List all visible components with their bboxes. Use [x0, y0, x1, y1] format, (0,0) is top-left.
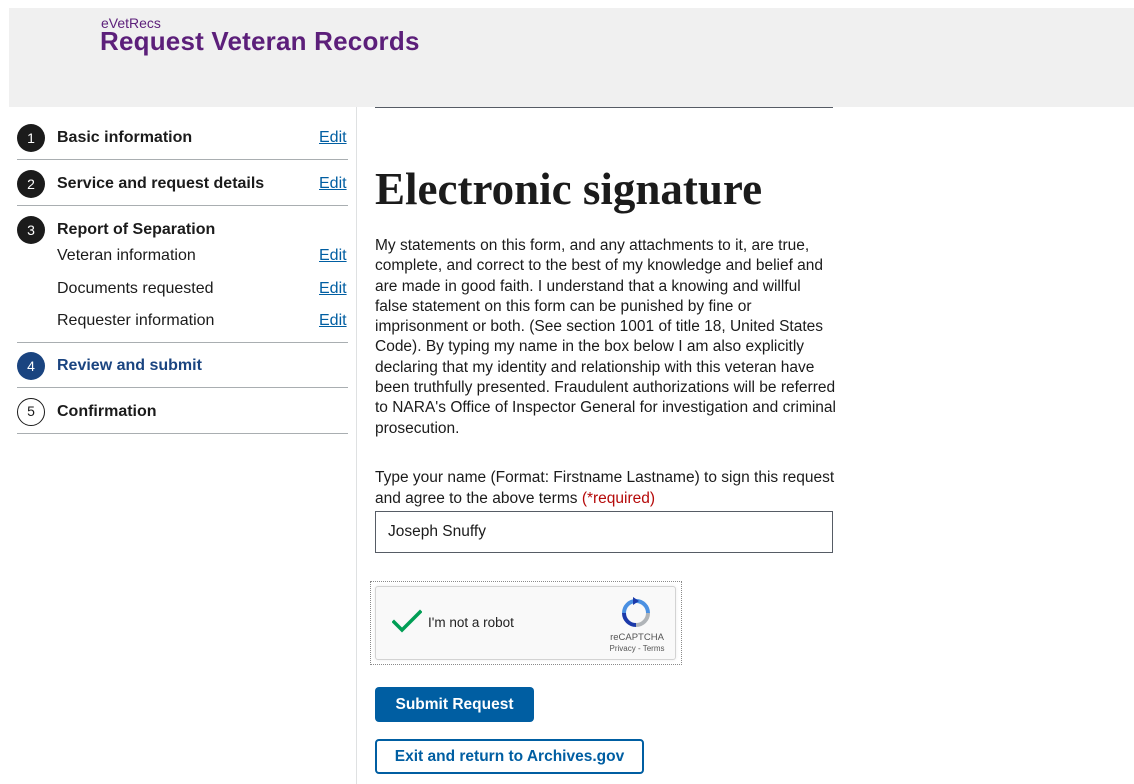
edit-service-request-details-link[interactable]: Edit — [319, 175, 347, 193]
edit-basic-information-link[interactable]: Edit — [319, 129, 347, 147]
app-title: Request Veteran Records — [100, 26, 420, 56]
step-number-badge: 3 — [17, 216, 45, 244]
recaptcha-logo-icon — [622, 597, 650, 627]
edit-requester-information-link[interactable]: Edit — [319, 312, 347, 330]
step-divider — [17, 205, 348, 206]
step-label: Basic information — [57, 129, 193, 146]
signature-name-label: Type your name (Format: Firstname Lastna… — [375, 468, 835, 509]
step-label: Report of Separation — [57, 221, 216, 238]
sidebar-divider — [356, 107, 357, 784]
site-header — [9, 8, 1134, 107]
step-label: Confirmation — [57, 403, 157, 420]
substep-veteran-information: Veteran information — [57, 247, 196, 264]
step-divider — [17, 159, 348, 160]
signature-statement: My statements on this form, and any atta… — [375, 237, 836, 437]
edit-veteran-information-link[interactable]: Edit — [319, 247, 347, 265]
recaptcha-privacy-terms[interactable]: Privacy - Terms — [602, 644, 672, 653]
checkmark-icon[interactable] — [392, 609, 422, 633]
page-title: Electronic signature — [375, 164, 763, 214]
edit-documents-requested-link[interactable]: Edit — [319, 280, 347, 298]
submit-request-button[interactable]: Submit Request — [375, 687, 534, 722]
step-label-current: Review and submit — [57, 357, 202, 374]
step-number-badge: 4 — [17, 352, 45, 380]
exit-to-archives-button[interactable]: Exit and return to Archives.gov — [375, 739, 644, 774]
step-divider — [17, 387, 348, 388]
step-number-badge: 5 — [17, 398, 45, 426]
substep-requester-information: Requester information — [57, 312, 215, 329]
content-top-rule — [375, 107, 833, 108]
step-number-badge: 1 — [17, 124, 45, 152]
step-divider — [17, 342, 348, 343]
recaptcha-brand: reCAPTCHA — [610, 632, 664, 643]
recaptcha-label: I'm not a robot — [428, 615, 514, 630]
step-divider — [17, 433, 348, 434]
signature-name-input[interactable] — [375, 511, 833, 553]
recaptcha-widget: I'm not a robot reCAPTCHA Privacy - Term… — [375, 586, 676, 660]
required-indicator: (*required) — [581, 489, 656, 507]
step-label: Service and request details — [57, 175, 265, 192]
step-number-badge: 2 — [17, 170, 45, 198]
substep-documents-requested: Documents requested — [57, 280, 214, 297]
